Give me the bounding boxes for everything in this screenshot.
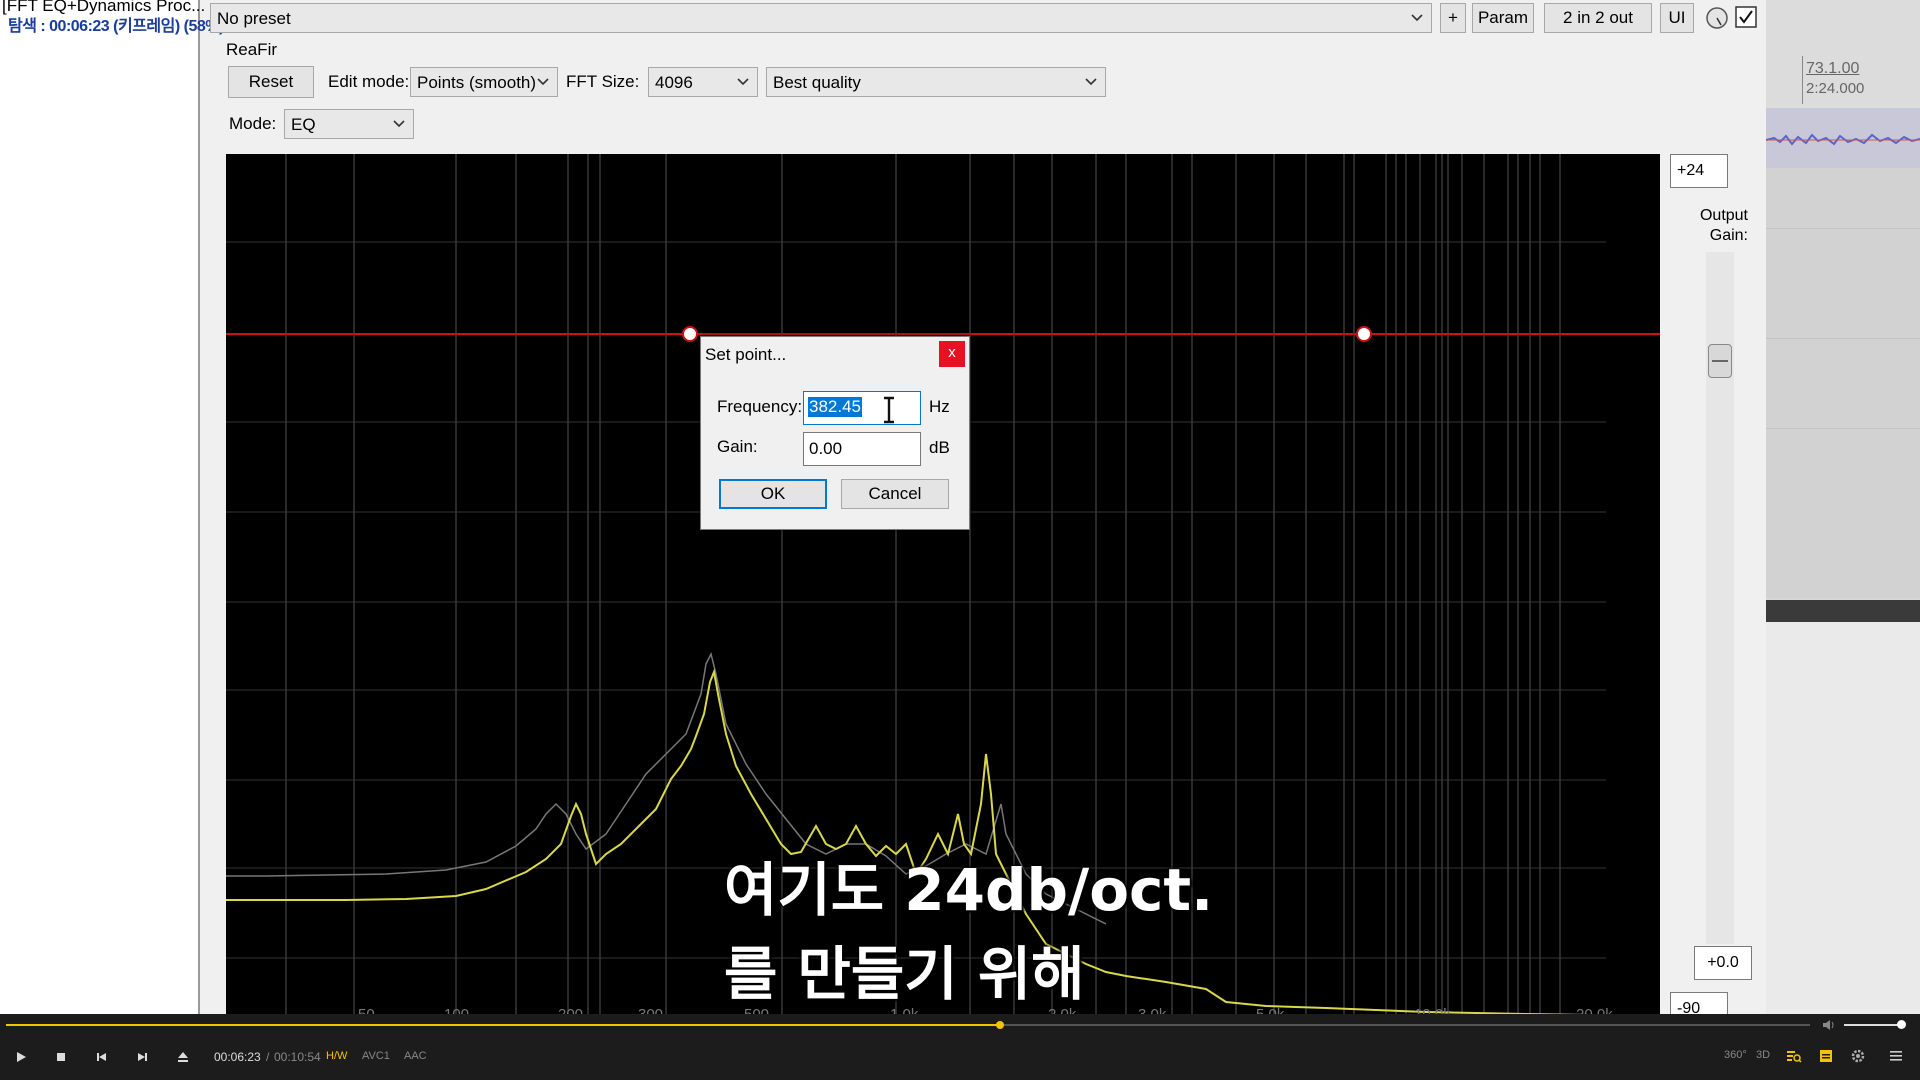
set-point-dialog: Set point... x Frequency: 382.45 Hz Gain… xyxy=(700,336,970,530)
dialog-close-button[interactable]: x xyxy=(939,341,965,367)
output-gain-min-field[interactable]: -90 xyxy=(1670,992,1728,1016)
output-gain-label-line: Output xyxy=(1699,207,1748,224)
quality-value: Best quality xyxy=(773,73,861,92)
chevron-down-icon xyxy=(1085,78,1097,86)
waveform-graphic xyxy=(1765,133,1920,146)
fft-size-dropdown[interactable]: 4096 xyxy=(648,67,758,97)
video-codec-badge: AVC1 xyxy=(362,1050,390,1062)
text-cursor-icon xyxy=(884,396,894,424)
mode-value: EQ xyxy=(291,115,316,134)
chevron-down-icon xyxy=(737,78,749,86)
io-routing-button[interactable]: 2 in 2 out xyxy=(1544,3,1652,33)
db-axis-label: (-90) xyxy=(1630,994,1660,1011)
media-player-bar: 00:06:23 / 00:10:54 H/W AVC1 AAC 360° 3D xyxy=(0,1014,1920,1080)
db-axis-label: -84 xyxy=(1630,950,1660,967)
ruler-area[interactable]: 73.1.00 2:24.000 xyxy=(1766,0,1920,108)
db-axis-label: -36 xyxy=(1630,594,1660,611)
db-axis-label: -60 xyxy=(1630,772,1660,789)
preset-value: No preset xyxy=(217,9,291,28)
3d-button[interactable]: 3D xyxy=(1756,1049,1770,1061)
gain-value: 0.00 xyxy=(809,439,843,458)
total-time: 00:10:54 xyxy=(274,1050,321,1064)
param-button[interactable]: Param xyxy=(1472,3,1534,33)
hw-decoder-badge[interactable]: H/W xyxy=(326,1050,347,1062)
cancel-button[interactable]: Cancel xyxy=(841,479,949,509)
menu-icon[interactable] xyxy=(1888,1048,1904,1064)
edit-mode-label: Edit mode: xyxy=(328,72,410,91)
ok-button[interactable]: OK xyxy=(719,479,827,509)
db-axis-label: +12 xyxy=(1630,234,1660,251)
volume-icon[interactable] xyxy=(1822,1018,1836,1032)
settings-gear-icon[interactable] xyxy=(1850,1048,1866,1064)
db-axis-label: -72 xyxy=(1630,860,1660,877)
fx-chain-list[interactable]: [FFT EQ+Dynamics Proc... xyxy=(0,0,205,1014)
db-axis-label: -48 xyxy=(1630,682,1660,699)
output-gain-label: Output Gain: xyxy=(1686,206,1748,246)
plugin-name: ReaFir xyxy=(226,40,278,59)
video-subtitle: 여기도 24db/oct. 를 만들기 위해 xyxy=(724,848,1213,1016)
output-gain-label-line: Gain: xyxy=(1709,227,1748,244)
output-gain-max-field[interactable]: +24 xyxy=(1670,154,1728,188)
ruler-bar-position: 73.1.00 xyxy=(1806,60,1860,77)
subtitle-line: 를 만들기 위해 xyxy=(724,940,1085,1008)
gain-label: Gain: xyxy=(717,437,758,456)
arrange-view[interactable]: 73.1.00 2:24.000 xyxy=(1765,0,1920,1014)
subtitle-icon[interactable] xyxy=(1818,1048,1834,1064)
eq-point-handle[interactable] xyxy=(1356,326,1372,342)
chevron-down-icon xyxy=(537,78,549,86)
empty-track-area xyxy=(1766,622,1920,1014)
quality-dropdown[interactable]: Best quality xyxy=(766,67,1106,97)
ui-toggle-button[interactable]: UI xyxy=(1660,3,1694,33)
chevron-down-icon xyxy=(393,120,405,128)
frequency-unit: Hz xyxy=(929,397,950,416)
close-icon: x xyxy=(948,344,956,361)
eject-icon[interactable] xyxy=(176,1050,190,1064)
previous-icon[interactable] xyxy=(94,1050,108,1064)
edit-mode-value: Points (smooth) xyxy=(417,73,537,92)
next-icon[interactable] xyxy=(136,1050,150,1064)
reset-button[interactable]: Reset xyxy=(228,66,314,98)
volume-slider-thumb[interactable] xyxy=(1897,1020,1906,1029)
seek-osd-text: 탐색 : 00:06:23 (키프레임) (58%) xyxy=(8,18,224,35)
horizontal-scrollbar[interactable] xyxy=(1766,600,1920,622)
preset-dropdown[interactable]: No preset xyxy=(210,3,1432,33)
gain-input[interactable]: 0.00 xyxy=(803,432,921,466)
eq-point-handle[interactable] xyxy=(682,326,698,342)
mode-dropdown[interactable]: EQ xyxy=(284,109,414,139)
fft-size-label: FFT Size: xyxy=(566,72,640,91)
audio-codec-badge: AAC xyxy=(404,1050,427,1062)
seek-bar-progress xyxy=(6,1024,1000,1026)
output-gain-slider-thumb[interactable] xyxy=(1708,344,1732,378)
db-axis-label: +0 xyxy=(1630,326,1660,343)
db-axis-label: -24 xyxy=(1630,504,1660,521)
frequency-label: Frequency: xyxy=(717,397,803,416)
output-gain-value-field[interactable]: +0.0 xyxy=(1694,946,1752,980)
gain-unit: dB xyxy=(929,438,950,457)
time-separator: / xyxy=(266,1050,270,1064)
add-preset-button[interactable]: + xyxy=(1440,3,1466,33)
play-icon[interactable] xyxy=(14,1050,28,1064)
dialog-title: Set point... xyxy=(705,345,787,364)
audio-item[interactable] xyxy=(1765,108,1920,168)
ruler-time-position: 2:24.000 xyxy=(1806,80,1865,97)
frequency-input[interactable]: 382.45 xyxy=(803,391,921,425)
volume-slider-level xyxy=(1844,1024,1901,1026)
playlist-search-icon[interactable] xyxy=(1786,1048,1802,1064)
chevron-down-icon xyxy=(1411,14,1423,22)
vr360-button[interactable]: 360° xyxy=(1724,1049,1747,1061)
track-lane[interactable] xyxy=(1766,168,1920,598)
edit-mode-dropdown[interactable]: Points (smooth) xyxy=(410,67,558,97)
frequency-value: 382.45 xyxy=(808,397,862,417)
db-axis-label: -12 xyxy=(1630,414,1660,431)
bypass-checkbox-icon[interactable] xyxy=(1734,5,1758,29)
seek-bar-thumb[interactable] xyxy=(996,1021,1004,1029)
wet-knob-icon[interactable] xyxy=(1704,5,1730,31)
current-time: 00:06:23 xyxy=(214,1050,261,1064)
fft-size-value: 4096 xyxy=(655,73,693,92)
stop-icon[interactable] xyxy=(54,1050,68,1064)
subtitle-line: 여기도 24db/oct. xyxy=(724,856,1214,924)
mode-label: Mode: xyxy=(229,114,277,133)
